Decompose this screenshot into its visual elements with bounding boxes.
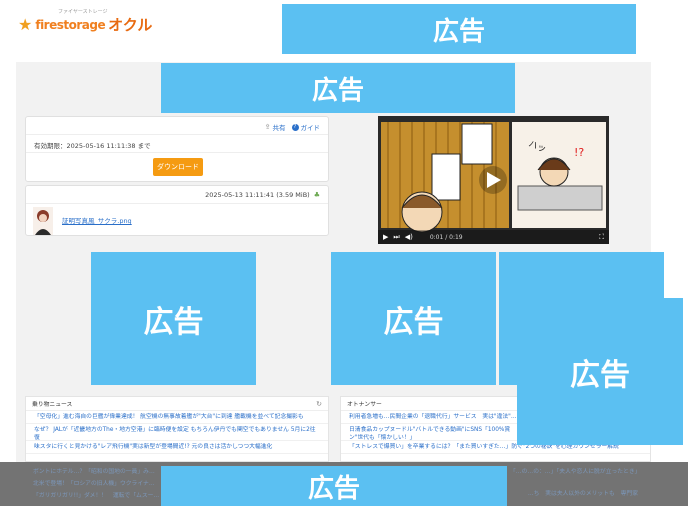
ad-box-floating[interactable]: 広告 [517, 298, 683, 445]
video-time: 0:01 / 0:19 [429, 233, 463, 241]
share-link[interactable]: ⇪ 共有 [265, 122, 286, 132]
ad-box-center[interactable]: 広告 [331, 252, 496, 385]
divider [26, 203, 328, 204]
share-icon: ⇪ [264, 123, 271, 131]
play-icon[interactable]: ▶ [383, 233, 388, 241]
file-card: 2025-05-13 11:11:41 (3.59 MiB) ♣ 証明写真風_サ… [25, 185, 329, 236]
ad-label: 広告 [383, 304, 444, 340]
next-icon[interactable]: ⏭ [393, 233, 399, 242]
share-label: 共有 [272, 124, 286, 132]
video-controls: ▶ ⏭ ◀) 0:01 / 0:19 ⛶ [378, 230, 609, 244]
video-player[interactable]: !? ハッ ▶ ⏭ ◀) 0:01 / 0:19 ⛶ [378, 116, 609, 244]
ad-label: 広告 [432, 16, 485, 47]
divider [26, 134, 328, 135]
upload-timestamp: 2025-05-13 11:11:41 (3.59 MiB) [205, 191, 310, 199]
logo-brand: firestorage [35, 17, 106, 32]
expiry-text: 有効期限：2025-05-16 11:11:38 まで [34, 142, 151, 150]
guide-link[interactable]: ? ガイド [291, 122, 321, 132]
svg-text:!?: !? [574, 146, 584, 159]
video-frame: !? ハッ [378, 116, 609, 244]
ad-label: 広告 [570, 357, 630, 393]
download-button[interactable]: ダウンロード [153, 158, 203, 176]
volume-icon[interactable]: ◀) [405, 233, 413, 241]
logo-tagline: ファイヤーストレージ [58, 9, 108, 15]
news-title: 乗り物ニュース [32, 402, 73, 408]
news-left-hidden: ボントにホテル…？「昭和の国地の一員」み… 北米で登場！「ロシアの旧人機」ウクラ… [33, 466, 159, 502]
leaf-icon: ♣ [313, 191, 320, 199]
ad-box-left[interactable]: 広告 [91, 252, 256, 385]
ad-banner-second[interactable]: 広告 [161, 63, 515, 113]
fullscreen-icon[interactable]: ⛶ [599, 233, 604, 242]
news-item[interactable]: 「ガリガリガリ!!」ダメ！！ 運転で「ムスー… [33, 490, 159, 502]
news-right-hidden: 「…の…の：…」「夫人や恋人に脱が立ったとき」…"日本人 …ち 実は夫人以外のメ… [510, 466, 638, 500]
news-item-text: 日清食品カップヌードル"バトルできる動画"にSNS「100%賞 [349, 427, 511, 433]
news-panel-left: 乗り物ニュース ↻ 「空母化」進む海自の巨艦が偉業達成！ 航空機の無事故着艦が"… [25, 396, 329, 462]
guide-label: ガイド [300, 124, 321, 132]
ad-label: 広告 [311, 75, 364, 106]
star-logo-icon: ★ [18, 14, 33, 34]
news-item[interactable]: …ち 実は夫人以外のメリットも 専門家 [510, 488, 638, 500]
news-header: 乗り物ニュース ↻ [26, 397, 328, 411]
page: ★ firestorage オクル ファイヤーストレージ 広告 広告 ⇪ 共有 … [0, 0, 688, 506]
ad-label: 広告 [307, 473, 360, 504]
file-name-link[interactable]: 証明写真風_サクラ.png [62, 215, 132, 225]
download-card: ⇪ 共有 ? ガイド 有効期限：2025-05-16 11:11:38 まで ダ… [25, 116, 329, 182]
ad-banner-top[interactable]: 広告 [282, 4, 636, 54]
refresh-icon[interactable]: ↻ [316, 400, 322, 408]
news-title: オトナンサー [347, 402, 382, 408]
news-item[interactable]: 「…の…の：…」「夫人や恋人に脱が立ったとき」…"日本人 [510, 466, 638, 478]
card-links: ⇪ 共有 ? ガイド [265, 122, 320, 132]
logo-brand-suffix: オクル [108, 16, 153, 34]
news-item[interactable]: 味スタに行くと見かける"レア飛行機"実は新型が登場間近!? 元の良さは活かしつつ… [26, 441, 328, 454]
help-icon: ? [291, 123, 299, 131]
ad-banner-bottom[interactable]: 広告 [161, 466, 507, 506]
news-item[interactable]: 「空母化」進む海自の巨艦が偉業達成！ 航空機の無事故着艦が"大台"に到達 艦載機… [26, 411, 328, 424]
ad-label: 広告 [143, 304, 204, 340]
upload-info: 2025-05-13 11:11:41 (3.59 MiB) ♣ [205, 191, 320, 199]
news-item[interactable]: なぜ？ JALが「近畿地方のThe・地方空港」に臨時便を設定 もちろん伊丹でも関… [26, 424, 328, 441]
news-item[interactable]: 北米で登場！「ロシアの旧人機」ウクライナ… [33, 478, 159, 490]
site-logo[interactable]: ★ firestorage オクル ファイヤーストレージ [18, 9, 153, 35]
divider [26, 152, 328, 153]
news-item[interactable]: ボントにホテル…？「昭和の国地の一員」み… [33, 466, 159, 478]
file-thumbnail[interactable] [33, 207, 53, 235]
